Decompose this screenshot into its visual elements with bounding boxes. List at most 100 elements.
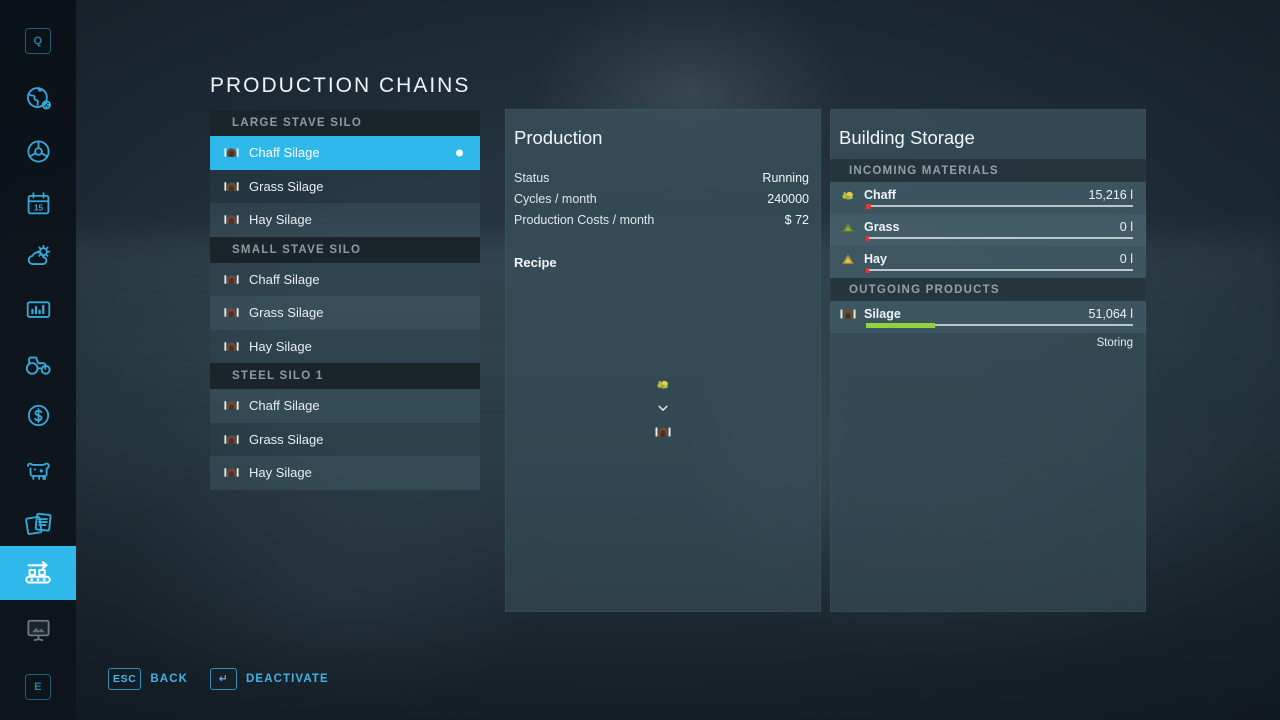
weather-icon (25, 242, 52, 269)
production-chains-screen: Q 15 E PRODUCTION CHAINS LARGE STAVE SILO C… (0, 0, 1280, 720)
sidebar-item-gallery[interactable] (0, 602, 76, 656)
chain-list-item[interactable]: Hay Silage (210, 203, 480, 237)
storage-row-amount: 0 l (1119, 252, 1133, 266)
chain-group-header: LARGE STAVE SILO (210, 110, 480, 136)
key-q-badge: Q (25, 28, 51, 54)
production-stat-label: Production Costs / month (514, 212, 655, 227)
page-title: PRODUCTION CHAINS (210, 74, 471, 97)
silage-bunker-icon (223, 397, 240, 414)
sidebar-item-vehicles[interactable] (0, 124, 76, 178)
chain-list-item-label: Chaff Silage (249, 398, 320, 414)
chaff-icon (654, 375, 672, 393)
conveyor-belt-icon (23, 558, 53, 588)
chain-list-item-label: Hay Silage (249, 338, 312, 354)
storage-fill-bar (866, 235, 1133, 241)
enter-key: ↵ (210, 668, 238, 690)
sidebar-item-exit-key[interactable]: E (0, 660, 76, 714)
silage-bunker-icon (223, 178, 240, 195)
grass-icon (839, 218, 857, 236)
chain-list-item[interactable]: Chaff Silage (210, 389, 480, 423)
storage-row-name: Grass (864, 220, 900, 234)
chain-list-item[interactable]: Chaff Silage (210, 262, 480, 296)
storage-section-header: INCOMING MATERIALS (830, 159, 1146, 182)
sidebar-item-finances[interactable] (0, 388, 76, 442)
sidebar-item-statistics[interactable] (0, 282, 76, 336)
silage-bunker-icon (223, 144, 240, 161)
storage-fill-bar (866, 267, 1133, 273)
calendar-icon: 15 (25, 190, 52, 217)
production-chain-list[interactable]: LARGE STAVE SILO Chaff Silage Grass Silage… (210, 110, 480, 490)
storage-panel-title: Building Storage (839, 127, 975, 148)
storage-row[interactable]: Silage 51,064 l (830, 301, 1146, 333)
tractor-icon (24, 349, 52, 377)
sidebar-item-map[interactable] (0, 70, 76, 124)
storage-sections: INCOMING MATERIALS Chaff 15,216 l Grass 0 lH… (830, 159, 1146, 349)
storage-row[interactable]: Chaff 15,216 l (830, 182, 1146, 214)
production-stat-label: Status (514, 170, 550, 185)
chain-list-item-label: Grass Silage (249, 178, 324, 194)
storage-fill-bar-value (866, 235, 869, 241)
sidebar-item-help-key[interactable]: Q (0, 14, 76, 68)
production-stat-value: $ 72 (784, 212, 809, 227)
sidebar-item-weather[interactable] (0, 228, 76, 282)
storage-fill-bar-value (866, 267, 869, 273)
chain-group-header: SMALL STAVE SILO (210, 236, 480, 263)
recipe-flow (505, 375, 821, 441)
storage-row[interactable]: Grass 0 l (830, 214, 1146, 246)
recipe-label: Recipe (514, 255, 557, 270)
storage-fill-bar (866, 203, 1133, 209)
storage-row-name: Chaff (864, 188, 896, 202)
chaff-icon (839, 186, 857, 204)
production-stat-row: Production Costs / month $ 72 (514, 209, 809, 230)
silage-bunker-icon (223, 304, 240, 321)
storage-row-name: Hay (864, 252, 887, 266)
dollar-coin-icon (25, 402, 52, 429)
production-stat-label: Cycles / month (514, 191, 597, 206)
chain-list-item-label: Hay Silage (249, 465, 312, 481)
action-deactivate[interactable]: ↵ DEACTIVATE (210, 668, 329, 690)
production-stats: Status Running Cycles / month 240000 Product… (514, 167, 809, 230)
sidebar-item-production[interactable] (0, 546, 76, 600)
production-stat-value: 240000 (767, 191, 809, 206)
silage-bunker-icon (223, 431, 240, 448)
chain-list-item[interactable]: Grass Silage (210, 169, 480, 203)
building-storage-panel: Building Storage INCOMING MATERIALS Chaff… (830, 109, 1146, 612)
production-panel: Production Status Running Cycles / month 24… (505, 109, 821, 612)
storage-row-amount: 0 l (1119, 220, 1133, 234)
action-back[interactable]: ESC BACK (108, 668, 188, 690)
storage-row[interactable]: Hay 0 l (830, 246, 1146, 278)
chart-icon (25, 296, 52, 323)
production-panel-title: Production (514, 127, 603, 148)
production-stat-row: Cycles / month 240000 (514, 188, 809, 209)
chain-list-item-label: Chaff Silage (249, 145, 320, 161)
hay-icon (839, 250, 857, 268)
chain-list-item[interactable]: Grass Silage (210, 422, 480, 456)
chevron-down-icon (655, 400, 671, 416)
action-label: DEACTIVATE (246, 673, 329, 685)
production-stat-row: Status Running (514, 167, 809, 188)
chain-group-header: STEEL SILO 1 (210, 363, 480, 389)
chain-list-item[interactable]: Grass Silage (210, 296, 480, 330)
sidebar-item-animals[interactable] (0, 442, 76, 496)
chain-list-item-label: Grass Silage (249, 431, 324, 447)
action-label: BACK (150, 673, 189, 685)
silage-bunker-icon (839, 305, 857, 323)
silage-bunker-icon (223, 464, 240, 481)
sidebar-item-contracts[interactable] (0, 496, 76, 550)
main-sidebar: Q 15 E (0, 0, 76, 720)
key-e-badge: E (25, 674, 51, 700)
storage-section-header: OUTGOING PRODUCTS (830, 278, 1146, 301)
sidebar-item-calendar[interactable]: 15 (0, 176, 76, 230)
silage-bunker-icon (223, 211, 240, 228)
storage-fill-bar-value (866, 203, 872, 209)
chain-list-item[interactable]: Hay Silage (210, 456, 480, 490)
storage-row-amount: 51,064 l (1088, 307, 1133, 321)
storage-fill-bar (866, 322, 1133, 328)
chain-list-item[interactable]: Hay Silage (210, 329, 480, 363)
sidebar-item-vehicle-shop[interactable] (0, 336, 76, 390)
chain-list-item[interactable]: Chaff Silage (210, 136, 480, 170)
esc-key: ESC (108, 668, 142, 690)
silage-bunker-icon (223, 338, 240, 355)
storage-row-name: Silage (864, 307, 901, 321)
globe-icon (25, 84, 52, 111)
